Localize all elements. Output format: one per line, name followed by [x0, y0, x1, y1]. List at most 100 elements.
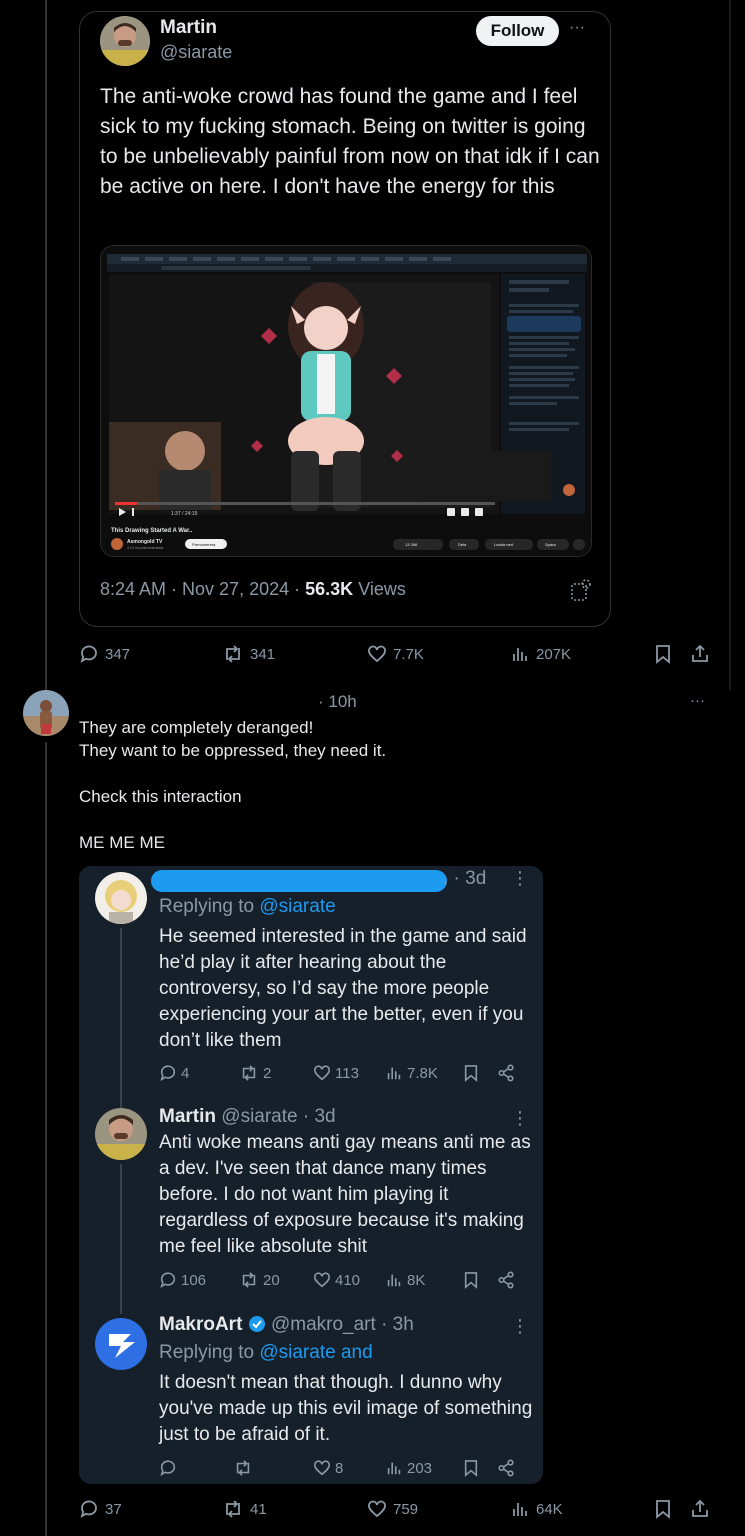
- tweet-timestamp[interactable]: 8:24 AM · Nov 27, 2024 ·: [100, 579, 305, 599]
- post-line-4: ME ME ME: [79, 833, 165, 852]
- post-line-1: They are completely deranged!: [79, 718, 314, 737]
- reply-button[interactable]: 106: [159, 1271, 206, 1289]
- share-button[interactable]: [497, 1271, 515, 1289]
- reply-count: 4: [181, 1064, 190, 1082]
- repost-button[interactable]: 41: [222, 1499, 267, 1519]
- more-options-icon[interactable]: ⋮: [511, 868, 530, 889]
- share-button[interactable]: [690, 1499, 710, 1519]
- author-name[interactable]: Martin: [160, 17, 217, 39]
- replying-to-handle[interactable]: @siarate and: [259, 1342, 372, 1363]
- share-icon: [498, 1271, 514, 1289]
- share-chip: Dela: [458, 542, 467, 547]
- reply-text: It doesn't mean that though. I dunno why…: [159, 1372, 533, 1445]
- bookmark-button[interactable]: [463, 1459, 479, 1477]
- heart-icon: [313, 1460, 331, 1476]
- repost-count: 341: [250, 645, 276, 663]
- repost-count: 2: [263, 1064, 272, 1082]
- views-icon: [387, 1462, 401, 1475]
- avatar[interactable]: [23, 690, 69, 736]
- like-button[interactable]: 759: [367, 1499, 418, 1519]
- repost-icon: [242, 1272, 256, 1288]
- more-options-icon[interactable]: ⋮: [511, 1108, 530, 1129]
- reply-button[interactable]: [159, 1459, 177, 1477]
- repost-button[interactable]: [233, 1459, 253, 1477]
- bookmark-button[interactable]: [654, 1499, 672, 1519]
- like-count: 759: [393, 1500, 419, 1518]
- author-handle[interactable]: @siarate · 3d: [221, 1106, 335, 1127]
- views-button[interactable]: 64K: [510, 1499, 563, 1519]
- avatar[interactable]: [100, 16, 150, 66]
- views-count: 8K: [407, 1271, 426, 1289]
- share-button[interactable]: [497, 1459, 515, 1477]
- verified-badge-icon: [248, 1315, 266, 1333]
- video-media[interactable]: 1:37 / 24:15 This Drawing Started A War.…: [100, 245, 592, 557]
- reply-count: 347: [105, 645, 131, 663]
- share-button[interactable]: [690, 644, 710, 664]
- views-icon: [387, 1067, 401, 1080]
- thread-connector: [120, 928, 122, 1108]
- thread-connector: [120, 1164, 122, 1314]
- like-button[interactable]: 8: [313, 1459, 343, 1477]
- reply-button[interactable]: 4: [159, 1064, 189, 1082]
- thread-line-left-lower: [45, 742, 47, 1536]
- bookmark-button[interactable]: [463, 1271, 479, 1289]
- more-options-icon[interactable]: ⋮: [511, 1316, 530, 1337]
- video-title: This Drawing Started A War..: [111, 528, 193, 534]
- replying-to: Replying to @siarate: [159, 894, 336, 920]
- views-button[interactable]: 203: [385, 1459, 432, 1477]
- repost-icon: [242, 1065, 256, 1081]
- views-icon: [513, 1503, 527, 1516]
- author-handle[interactable]: @siarate: [160, 42, 232, 63]
- views-count: 207K: [536, 645, 572, 663]
- bookmark-icon: [656, 645, 670, 664]
- like-button[interactable]: 410: [313, 1271, 360, 1289]
- redaction-mark: [151, 870, 447, 892]
- author-name[interactable]: MakroArt: [159, 1314, 242, 1335]
- reply-icon: [80, 1500, 97, 1518]
- like-button[interactable]: 113: [313, 1064, 359, 1082]
- author-name[interactable]: Martin: [159, 1106, 216, 1127]
- views-label: Views: [358, 579, 406, 599]
- like-count: 113: [335, 1064, 359, 1082]
- video-likes: 13 396: [405, 542, 418, 547]
- more-options-icon[interactable]: ···: [690, 692, 705, 709]
- like-count: 7.7K: [393, 645, 424, 663]
- replying-prefix: Replying to: [159, 1342, 260, 1363]
- reply-button[interactable]: 347: [79, 644, 130, 664]
- post-line-2: They want to be oppressed, they need it.: [79, 741, 387, 760]
- share-button[interactable]: [497, 1064, 515, 1082]
- like-button[interactable]: 7.7K: [367, 644, 424, 664]
- bookmark-button[interactable]: [654, 644, 672, 664]
- views-button[interactable]: 7.8K: [385, 1064, 438, 1082]
- embedded-screenshot[interactable]: . · 3d ⋮ Replying to @siarate He seemed …: [79, 866, 543, 1484]
- post-line-3: Check this interaction: [79, 787, 242, 806]
- reply-text: He seemed interested in the game and sai…: [159, 926, 527, 1051]
- quoted-tweet-text: The anti-woke crowd has found the game a…: [100, 85, 600, 198]
- more-options-icon[interactable]: ···: [569, 19, 585, 37]
- reply-count: 106: [181, 1271, 207, 1289]
- bookmark-button[interactable]: [463, 1064, 479, 1082]
- heart-icon: [313, 1065, 331, 1081]
- repost-icon: [236, 1460, 250, 1476]
- replying-to: Replying to @siarate and: [159, 1340, 373, 1366]
- reply-button[interactable]: 37: [79, 1499, 122, 1519]
- heart-icon: [313, 1272, 331, 1288]
- follow-button[interactable]: Follow: [476, 16, 559, 46]
- avatar: [95, 872, 147, 924]
- repost-button[interactable]: 2: [239, 1064, 271, 1082]
- share-icon: [498, 1064, 514, 1082]
- grok-icon[interactable]: [570, 578, 592, 607]
- views-count: 7.8K: [407, 1064, 438, 1082]
- views-icon: [513, 648, 527, 661]
- post-time[interactable]: · 10h: [318, 692, 357, 712]
- replying-to-handle[interactable]: @siarate: [259, 896, 335, 917]
- repost-button[interactable]: 20: [239, 1271, 280, 1289]
- repost-button[interactable]: 341: [222, 644, 275, 664]
- author-handle[interactable]: @makro_art · 3h: [271, 1314, 414, 1335]
- views-button[interactable]: 207K: [510, 644, 571, 664]
- share-icon: [692, 644, 708, 662]
- channel-subs: 3,13 mn prenumeranter: [127, 546, 164, 550]
- reply-time: . · 3d: [443, 868, 487, 889]
- views-count: 203: [407, 1459, 433, 1477]
- views-button[interactable]: 8K: [385, 1271, 425, 1289]
